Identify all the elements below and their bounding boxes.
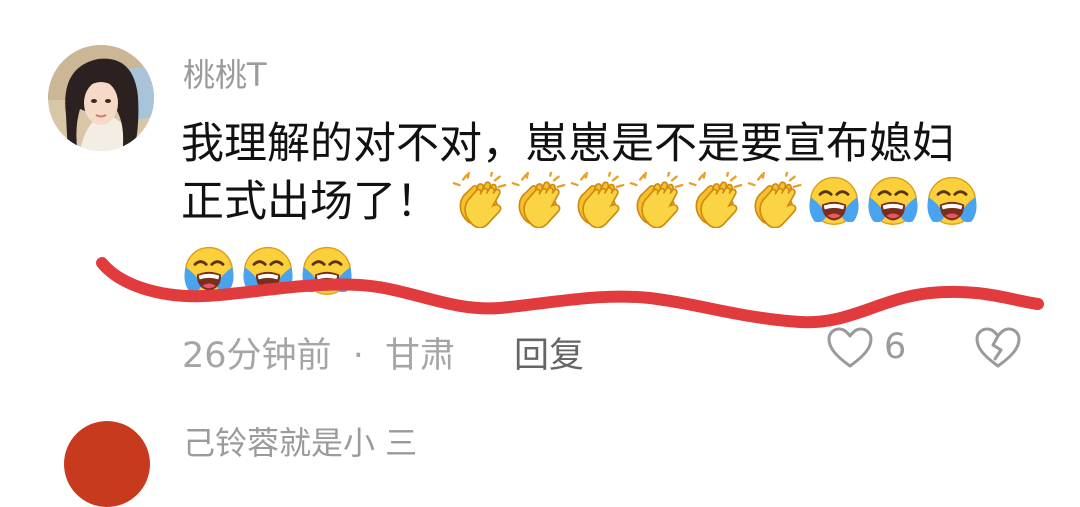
comment-line-1: 我理解的对不对，崽崽是不是要宣布媳妇 [181, 119, 955, 169]
loudly-crying-face-emoji [240, 242, 296, 298]
reply-button[interactable]: 回复 [514, 327, 584, 378]
meta-separator: · [352, 336, 364, 376]
clapping-hands-emoji [629, 172, 685, 228]
loudly-crying-face-emoji [865, 172, 921, 228]
loudly-crying-face-emoji [181, 242, 237, 298]
clapping-hands-emoji [452, 172, 508, 228]
emoji-row-3 [181, 242, 358, 298]
loudly-crying-face-emoji [806, 172, 862, 228]
location: 甘肃 [384, 336, 455, 376]
next-comment-avatar[interactable] [64, 421, 150, 507]
heart-outline-icon[interactable] [826, 326, 874, 370]
loudly-crying-face-emoji [299, 242, 355, 298]
loudly-crying-face-emoji [924, 172, 980, 228]
username[interactable]: 桃桃T [183, 50, 267, 96]
clapping-hands-emoji [511, 172, 567, 228]
emoji-row-2 [452, 172, 983, 228]
clapping-hands-emoji [570, 172, 626, 228]
clapping-hands-emoji [747, 172, 803, 228]
broken-heart-icon[interactable] [974, 326, 1022, 370]
comment-meta: 26分钟前 · 甘肃 [182, 327, 455, 378]
timestamp: 26分钟前 [182, 336, 332, 376]
next-comment-username[interactable]: 己铃蓉就是小 三 [183, 418, 417, 464]
avatar[interactable] [48, 45, 154, 151]
like-count: 6 [884, 327, 907, 367]
clapping-hands-emoji [688, 172, 744, 228]
